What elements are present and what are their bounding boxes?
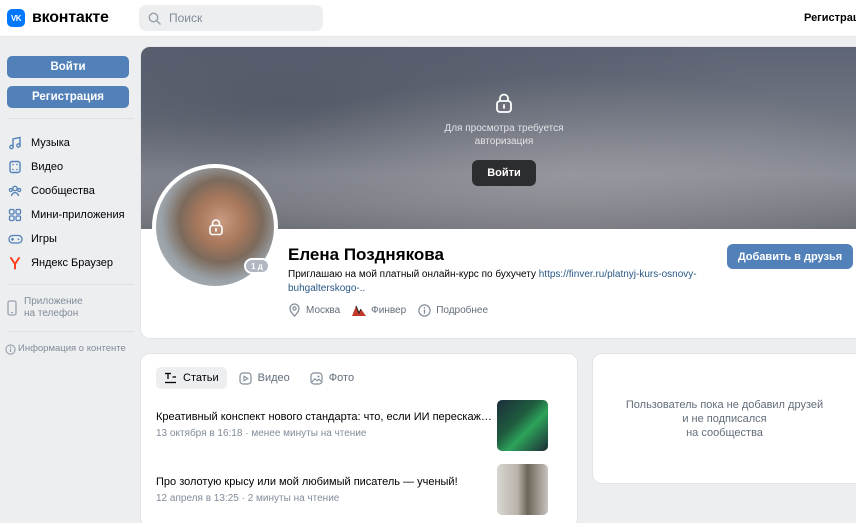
city-label: Москва [306,304,341,316]
profile-card: Для просмотра требуется авторизация Войт… [140,46,856,339]
info-icon [5,343,16,355]
avatar[interactable]: 1 д [152,164,278,290]
locked-line1: Для просмотра требуется [444,123,564,134]
locked-line2: авторизация [474,136,534,147]
sidebar-app-link[interactable]: Приложение на телефон [7,296,83,320]
search-input[interactable] [169,11,319,25]
article-thumbnail[interactable] [497,400,548,451]
add-friend-button[interactable]: Добавить в друзья [727,244,853,269]
article-title: Креативный конспект нового стандарта: чт… [156,411,496,423]
tab-video[interactable]: Видео [231,367,298,389]
article-title: Про золотую крысу или мой любимый писате… [156,476,458,488]
article-thumbnail[interactable] [497,464,548,515]
gamepad-icon [7,231,23,247]
friends-empty-line2: и не подписался [682,412,767,425]
header-register-link[interactable]: Регистрация [804,12,856,24]
register-button[interactable]: Регистрация [7,86,129,108]
search-box[interactable] [139,5,323,31]
sidebar-item-label: Игры [31,233,57,245]
friends-empty-line1: Пользователь пока не добавил друзей [625,398,824,411]
more-info[interactable]: Подробнее [418,303,489,317]
profile-name: Елена Позднякова [288,245,444,264]
search-icon [148,12,161,25]
vk-logo[interactable]: VK вконтакте [7,9,109,27]
locked-message: Для просмотра требуется авторизация [403,122,605,148]
status-text: Приглашаю на мой платный онлайн-курс по … [288,269,539,280]
last-seen-badge: 1 д [244,258,270,274]
finver-logo-icon [352,305,367,316]
company-info[interactable]: Финвер [352,305,406,316]
content-info-label: Информация о контенте [18,343,126,354]
app-label-line1: Приложение [24,296,83,307]
sidebar-item-label: Яндекс Браузер [31,257,114,269]
lock-icon [496,93,512,113]
sidebar-item-communities[interactable]: Сообщества [7,179,137,203]
sidebar-nav: Музыка Видео Сообщества Мини-приложения … [7,131,137,275]
logo-text: вконтакте [32,9,109,26]
sidebar-divider [7,284,134,285]
tab-label: Фото [328,372,355,384]
sidebar-item-mini-apps[interactable]: Мини-приложения [7,203,137,227]
location-pin-icon [289,303,300,317]
profile-meta: Москва Финвер Подробнее [288,303,500,317]
sidebar-item-label: Сообщества [31,185,95,197]
content-card: Статьи Видео Фото Креативный конспект но… [140,353,578,523]
sidebar-divider [7,331,134,332]
content-tabs: Статьи Видео Фото [156,367,366,389]
content-info-link[interactable]: Информация о контенте [5,343,126,355]
sidebar-item-label: Музыка [31,137,70,149]
sidebar-item-music[interactable]: Музыка [7,131,137,155]
yandex-icon [7,255,23,271]
photo-icon [310,371,323,385]
friends-empty-message: Пользователь пока не добавил друзей и не… [615,398,835,440]
vk-logo-icon: VK [7,9,25,27]
tab-label: Видео [257,372,290,384]
info-icon [418,303,431,317]
sidebar-item-video[interactable]: Видео [7,155,137,179]
friends-card: Пользователь пока не добавил друзей и не… [592,353,856,484]
video-icon [239,371,252,385]
app-label-line2: на телефон [24,308,79,319]
music-icon [7,135,23,151]
tab-photo[interactable]: Фото [302,367,362,389]
tab-articles[interactable]: Статьи [156,367,227,389]
city-info[interactable]: Москва [288,303,340,317]
articles-icon [165,372,176,384]
tab-label: Статьи [183,372,219,384]
phone-icon [7,300,17,316]
sidebar-item-label: Видео [31,161,64,173]
video-icon [7,159,23,175]
friends-empty-line3: на сообщества [686,426,763,439]
profile-status: Приглашаю на мой платный онлайн-курс по … [288,268,708,296]
company-label: Финвер [371,304,407,316]
sidebar-item-games[interactable]: Игры [7,227,137,251]
cover-login-button[interactable]: Войти [472,160,536,186]
sidebar-item-label: Мини-приложения [31,209,125,221]
more-label: Подробнее [436,304,489,316]
sidebar-divider [7,118,134,119]
top-header: VK вконтакте Регистрация [0,0,856,37]
communities-icon [7,183,23,199]
last-seen-text: 1 д [246,260,268,272]
sidebar-item-yandex-browser[interactable]: Яндекс Браузер [7,251,137,275]
lock-icon [209,219,223,236]
login-button[interactable]: Войти [7,56,129,78]
mini-apps-icon [7,207,23,223]
